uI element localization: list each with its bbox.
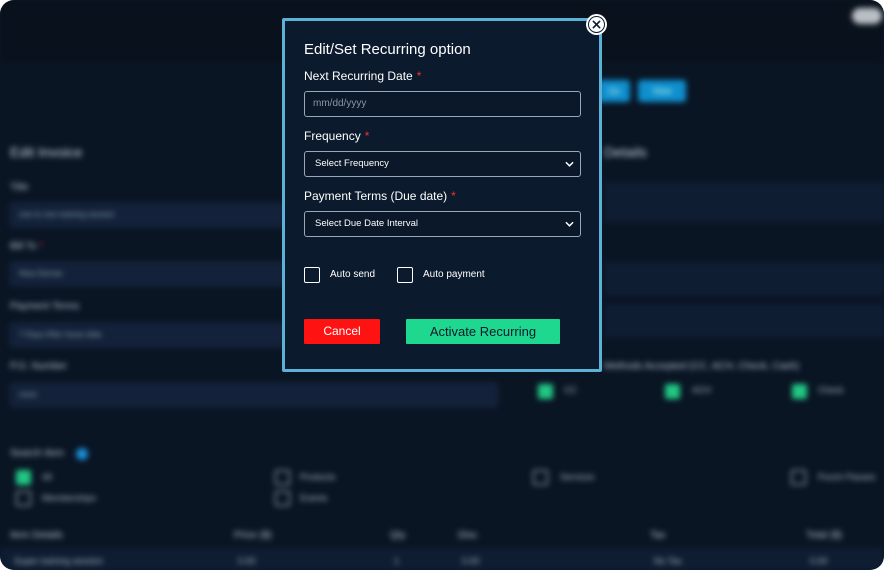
cancel-button[interactable]: Cancel [304, 319, 380, 344]
required-star: * [416, 69, 422, 83]
edit-invoice-heading: Edit Invoice [10, 144, 83, 160]
cell-total: 0.00 [810, 556, 828, 566]
payment-terms-due-label: Payment Terms (Due date) * [304, 189, 456, 203]
close-icon [592, 20, 601, 29]
theme-toggle[interactable] [852, 8, 882, 24]
app-screen: Go View Edit Invoice Details Title one t… [0, 0, 884, 570]
due-date-interval-select[interactable]: Select Due Date Interval [304, 211, 581, 237]
po-number-label: P.O. Number [10, 361, 68, 372]
bill-to-label-text: Bill To [10, 241, 37, 252]
memberships-checkbox[interactable] [16, 491, 31, 506]
punch-passes-checkbox[interactable] [791, 470, 806, 485]
payment-accepted-label: Methods Accepted (CC, ACH, Check, Cash) [604, 361, 800, 372]
details-panel-1 [604, 182, 884, 222]
punch-passes-label: Punch Passes [818, 472, 876, 482]
cell-tax: No Tax [654, 556, 682, 566]
th-total: Total ($) [806, 530, 843, 541]
cell-item: Super training session [14, 556, 104, 566]
events-checkbox[interactable] [275, 491, 290, 506]
search-item-label: Search Item [10, 448, 64, 459]
th-price: Price ($) [234, 530, 272, 541]
cc-checkbox[interactable] [538, 384, 553, 399]
cc-label: CC [564, 385, 577, 395]
check-checkbox[interactable] [792, 384, 807, 399]
events-label: Events [300, 493, 328, 503]
memberships-label: Memberships [42, 493, 97, 503]
next-recurring-date-label-text: Next Recurring Date [304, 69, 413, 83]
table-row: Super training session 0.00 1 0.00 No Ta… [0, 548, 884, 570]
recurring-modal: Edit/Set Recurring option Next Recurring… [282, 18, 602, 372]
bill-to-field[interactable]: Nisa Demas [10, 262, 300, 286]
auto-send-label: Auto send [330, 269, 376, 280]
all-label: All [42, 472, 53, 482]
cell-disc: 0.00 [462, 556, 480, 566]
ach-label: ACH [692, 385, 712, 395]
go-button[interactable]: Go [598, 80, 630, 102]
auto-payment-label: Auto payment [423, 269, 485, 280]
frequency-label-text: Frequency [304, 129, 361, 143]
close-button[interactable] [586, 14, 607, 35]
frequency-label: Frequency * [304, 129, 369, 143]
next-recurring-date-label: Next Recurring Date * [304, 69, 421, 83]
check-label: Check [818, 385, 844, 395]
next-recurring-date-input[interactable]: mm/dd/yyyy [304, 91, 581, 117]
auto-send-checkbox[interactable] [304, 267, 320, 283]
due-date-selected-value: Select Due Date Interval [315, 218, 418, 229]
details-panel-3 [604, 304, 884, 338]
close-circle-icon [588, 16, 605, 33]
payment-terms-label: Payment Terms [10, 301, 80, 312]
ach-checkbox[interactable] [665, 384, 680, 399]
frequency-select[interactable]: Select Frequency [304, 151, 581, 177]
required-star: * [451, 189, 456, 203]
details-heading: Details [604, 144, 647, 160]
po-number-field[interactable]: none [10, 383, 498, 407]
payment-terms-due-label-text: Payment Terms (Due date) [304, 189, 448, 203]
required-star: * [39, 241, 44, 252]
cell-qty: 1 [394, 556, 400, 566]
th-disc: Disc [458, 530, 478, 541]
activate-recurring-button[interactable]: Activate Recurring [406, 319, 560, 344]
required-star: * [364, 129, 370, 143]
details-panel-2 [604, 262, 884, 296]
frequency-selected-value: Select Frequency [315, 158, 389, 169]
view-button[interactable]: View [638, 80, 686, 102]
products-label: Products [300, 472, 336, 482]
cell-price: 0.00 [238, 556, 256, 566]
all-checkbox[interactable] [16, 470, 31, 485]
chevron-down-icon [565, 161, 574, 167]
services-label: Services [560, 472, 595, 482]
services-checkbox[interactable] [533, 470, 548, 485]
products-checkbox[interactable] [275, 470, 290, 485]
title-label: Title [10, 182, 29, 193]
th-qty: Qty [390, 530, 406, 541]
th-tax: Tax [650, 530, 666, 541]
payment-terms-field[interactable]: 7 Days After Issue date [10, 323, 300, 347]
bill-to-label: Bill To * [10, 241, 43, 252]
modal-title: Edit/Set Recurring option [304, 41, 471, 58]
auto-payment-checkbox[interactable] [397, 267, 413, 283]
th-item-details: Item Details [10, 530, 63, 541]
title-field[interactable]: one to one training session [10, 203, 300, 227]
info-icon[interactable] [76, 448, 88, 460]
chevron-down-icon [565, 221, 574, 227]
